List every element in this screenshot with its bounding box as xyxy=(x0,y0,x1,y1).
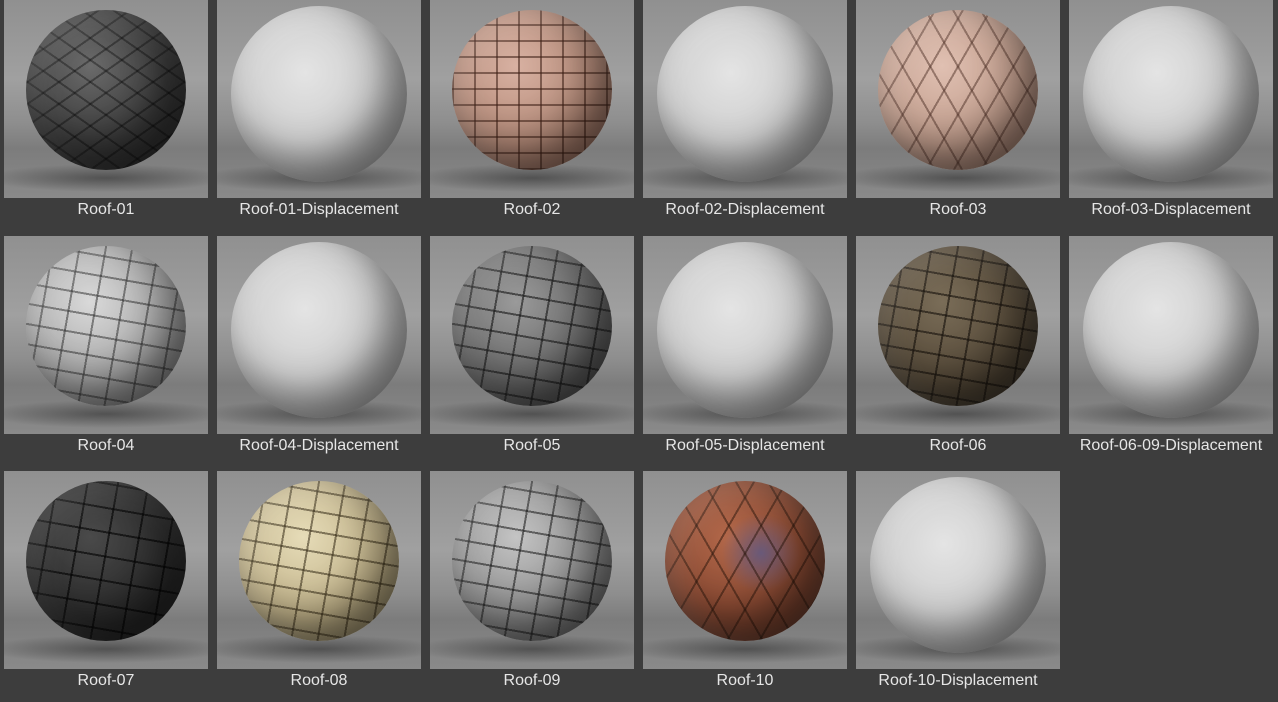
thumbnail-item[interactable]: Roof-08 xyxy=(217,471,421,702)
material-preview-image xyxy=(430,0,634,198)
thumbnail-item[interactable]: Roof-05 xyxy=(430,236,634,467)
thumbnail-item[interactable]: Roof-04-Displacement xyxy=(217,236,421,467)
material-sphere xyxy=(878,246,1038,406)
material-preview-image xyxy=(856,0,1060,198)
thumbnail-label: Roof-02-Displacement xyxy=(665,201,825,218)
thumbnail-label: Roof-09 xyxy=(503,672,561,689)
material-preview-image xyxy=(643,0,847,198)
thumbnail-item[interactable]: Roof-07 xyxy=(4,471,208,702)
thumbnail-item[interactable]: Roof-10-Displacement xyxy=(856,471,1060,702)
material-preview-image xyxy=(217,471,421,669)
thumbnail-label: Roof-02 xyxy=(503,201,561,218)
thumbnail-label: Roof-04 xyxy=(77,437,135,454)
material-preview-image xyxy=(217,0,421,198)
thumbnail-item[interactable]: Roof-01-Displacement xyxy=(217,0,421,231)
thumbnail-label: Roof-01-Displacement xyxy=(239,201,399,218)
thumbnail-item[interactable]: Roof-06-09-Displacement xyxy=(1069,236,1273,467)
thumbnail-item[interactable]: Roof-01 xyxy=(4,0,208,231)
material-sphere xyxy=(1083,242,1259,418)
material-preview-image xyxy=(4,236,208,434)
thumbnail-label: Roof-05-Displacement xyxy=(665,437,825,454)
material-preview-image xyxy=(4,471,208,669)
material-sphere xyxy=(870,477,1046,653)
thumbnail-item[interactable]: Roof-10 xyxy=(643,471,847,702)
material-preview-image xyxy=(430,236,634,434)
material-sphere xyxy=(657,6,833,182)
thumbnail-label: Roof-07 xyxy=(77,672,135,689)
thumbnail-label: Roof-10-Displacement xyxy=(878,672,1038,689)
material-sphere xyxy=(657,242,833,418)
material-sphere xyxy=(231,6,407,182)
material-preview-image xyxy=(643,236,847,434)
material-preview-image xyxy=(4,0,208,198)
material-preview-image xyxy=(1069,0,1273,198)
material-sphere xyxy=(231,242,407,418)
thumbnail-label: Roof-05 xyxy=(503,437,561,454)
thumbnail-label: Roof-08 xyxy=(290,672,348,689)
thumbnail-label: Roof-06 xyxy=(929,437,987,454)
material-sphere xyxy=(878,10,1038,170)
thumbnail-label: Roof-03-Displacement xyxy=(1091,201,1251,218)
thumbnail-item[interactable]: Roof-02-Displacement xyxy=(643,0,847,231)
material-preview-image xyxy=(856,471,1060,669)
material-sphere xyxy=(26,246,186,406)
thumbnail-item[interactable]: Roof-03 xyxy=(856,0,1060,231)
material-sphere xyxy=(452,10,612,170)
material-sphere xyxy=(26,481,186,641)
material-preview-image xyxy=(217,236,421,434)
material-sphere xyxy=(1083,6,1259,182)
thumbnail-label: Roof-10 xyxy=(716,672,774,689)
material-sphere xyxy=(26,10,186,170)
thumbnail-item[interactable]: Roof-05-Displacement xyxy=(643,236,847,467)
thumbnail-grid: Roof-01 Roof-01-Displacement Roof-02 Roo… xyxy=(0,0,1278,702)
thumbnail-label: Roof-01 xyxy=(77,201,135,218)
material-preview-image xyxy=(430,471,634,669)
thumbnail-item[interactable]: Roof-06 xyxy=(856,236,1060,467)
material-preview-image xyxy=(1069,236,1273,434)
thumbnail-item[interactable]: Roof-04 xyxy=(4,236,208,467)
material-sphere xyxy=(239,481,399,641)
thumbnail-item[interactable]: Roof-09 xyxy=(430,471,634,702)
thumbnail-label: Roof-03 xyxy=(929,201,987,218)
material-preview-image xyxy=(856,236,1060,434)
material-sphere xyxy=(452,246,612,406)
thumbnail-item[interactable]: Roof-02 xyxy=(430,0,634,231)
material-sphere xyxy=(452,481,612,641)
thumbnail-label: Roof-06-09-Displacement xyxy=(1079,437,1263,454)
thumbnail-item[interactable]: Roof-03-Displacement xyxy=(1069,0,1273,231)
material-preview-image xyxy=(643,471,847,669)
material-sphere xyxy=(665,481,825,641)
thumbnail-label: Roof-04-Displacement xyxy=(239,437,399,454)
